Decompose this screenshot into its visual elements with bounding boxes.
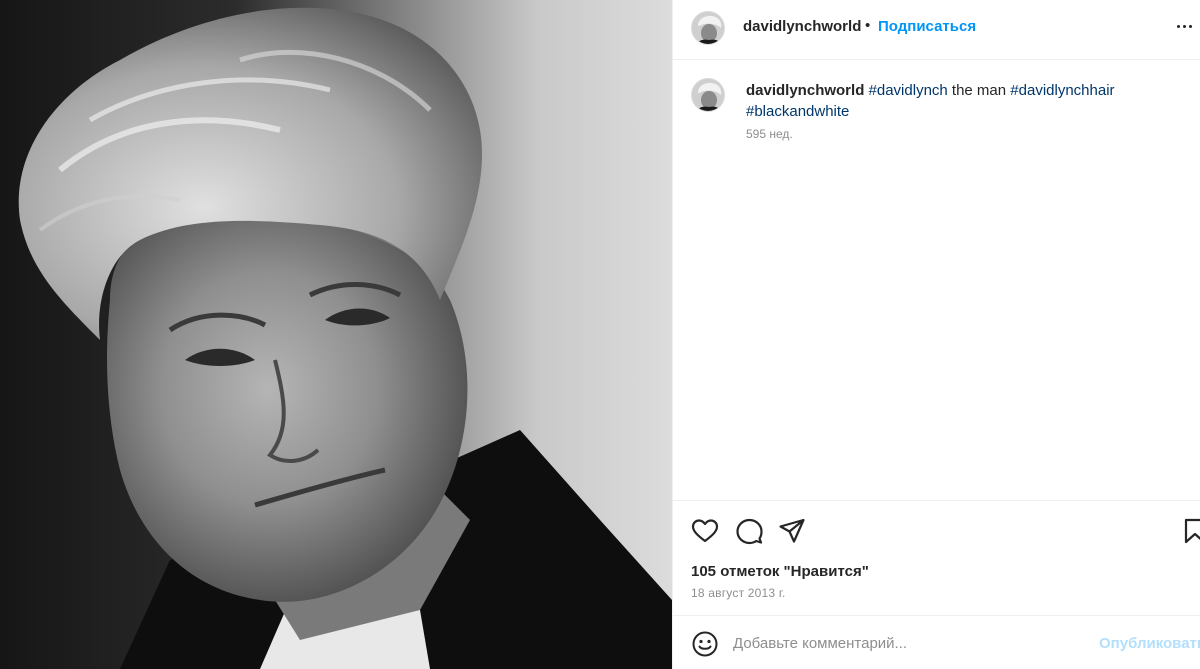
portrait-image bbox=[0, 0, 672, 669]
header-separator: • bbox=[865, 17, 871, 34]
publish-button[interactable]: Опубликовать bbox=[1099, 635, 1200, 652]
comment-bar: Опубликовать bbox=[673, 615, 1200, 669]
comment-icon[interactable] bbox=[735, 517, 763, 545]
post-photo[interactable] bbox=[0, 0, 672, 669]
heart-icon[interactable] bbox=[691, 517, 719, 545]
avatar-image bbox=[692, 12, 724, 44]
hashtag-link[interactable]: #blackandwhite bbox=[746, 103, 849, 120]
caption-block: davidlynchworld #davidlynch the man #dav… bbox=[673, 60, 1200, 500]
caption-plain-text: the man bbox=[947, 82, 1011, 99]
bookmark-icon[interactable] bbox=[1181, 517, 1200, 545]
caption-text: davidlynchworld #davidlynch the man #dav… bbox=[746, 80, 1186, 122]
emoji-icon[interactable] bbox=[691, 630, 719, 658]
post-details-panel: davidlynchworld • Подписаться davidlynch… bbox=[672, 0, 1200, 669]
hashtag-link[interactable]: #davidlynchhair bbox=[1010, 82, 1114, 99]
header-username[interactable]: davidlynchworld bbox=[743, 18, 861, 35]
avatar-image bbox=[692, 79, 724, 111]
follow-button[interactable]: Подписаться bbox=[878, 18, 976, 35]
post-header: davidlynchworld • Подписаться bbox=[673, 0, 1200, 60]
user-avatar[interactable] bbox=[691, 11, 725, 45]
caption-timestamp[interactable]: 595 нед. bbox=[746, 127, 793, 141]
likes-count[interactable]: 105 отметок "Нравится" bbox=[691, 563, 869, 580]
post-actions: 105 отметок "Нравится" 18 август 2013 г. bbox=[673, 500, 1200, 615]
caption-username[interactable]: davidlynchworld bbox=[746, 82, 864, 99]
hashtag-link[interactable]: #davidlynch bbox=[869, 82, 948, 99]
post-date[interactable]: 18 август 2013 г. bbox=[691, 586, 785, 600]
more-options-icon[interactable] bbox=[1173, 14, 1197, 38]
paper-plane-icon[interactable] bbox=[778, 517, 806, 545]
caption-avatar[interactable] bbox=[691, 78, 725, 112]
comment-input[interactable] bbox=[733, 630, 1093, 656]
